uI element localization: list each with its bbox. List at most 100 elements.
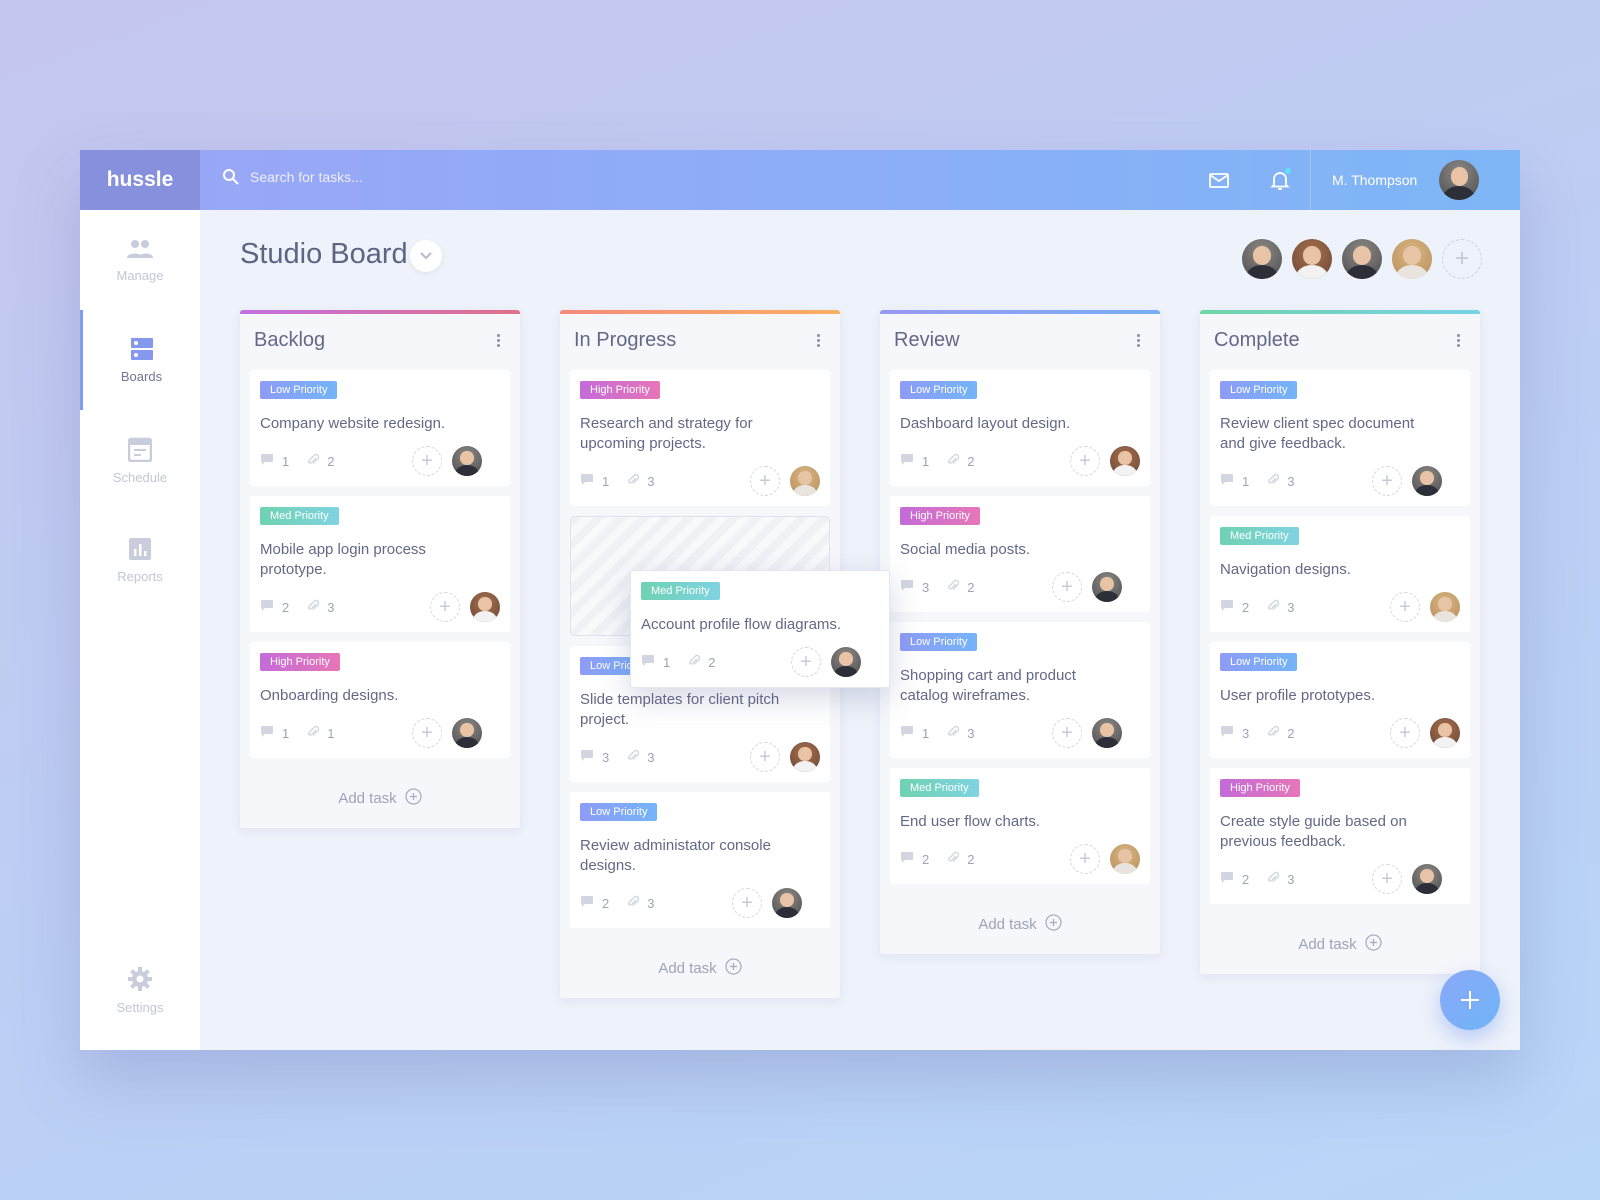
paperclip-icon bbox=[1267, 473, 1280, 489]
attachments-count: 2 bbox=[688, 654, 715, 670]
sidebar-item-manage[interactable]: Manage bbox=[80, 210, 200, 310]
task-footer: 1 3 + bbox=[580, 466, 820, 496]
add-assignee-button[interactable]: + bbox=[1052, 572, 1082, 602]
sidebar-item-schedule[interactable]: Schedule bbox=[80, 410, 200, 510]
column-menu-icon[interactable] bbox=[490, 332, 506, 348]
task-card[interactable]: High Priority Social media posts. 3 2 + bbox=[890, 496, 1150, 612]
comments-count: 1 bbox=[641, 654, 670, 670]
add-assignee-button[interactable]: + bbox=[1390, 592, 1420, 622]
comments-count: 2 bbox=[900, 851, 929, 867]
priority-badge: High Priority bbox=[1220, 779, 1300, 797]
column-review: Review Low Priority Dashboard layout desig… bbox=[880, 310, 1160, 954]
add-assignee-button[interactable]: + bbox=[430, 592, 460, 622]
add-assignee-button[interactable]: + bbox=[1052, 718, 1082, 748]
task-card[interactable]: Low Priority Company website redesign. 1 2 + bbox=[250, 370, 510, 486]
attachments-value: 2 bbox=[967, 851, 975, 867]
task-card[interactable]: Med Priority Navigation designs. 2 3 + bbox=[1210, 516, 1470, 632]
board-members: + bbox=[1242, 239, 1482, 279]
bell-icon[interactable] bbox=[1268, 168, 1292, 192]
add-assignee-button[interactable]: + bbox=[1070, 446, 1100, 476]
mail-icon[interactable] bbox=[1207, 168, 1231, 192]
user-menu[interactable]: M. Thompson bbox=[1310, 150, 1480, 210]
task-card[interactable]: Low Priority Dashboard layout design. 1 2 + bbox=[890, 370, 1150, 486]
sidebar-item-label: Manage bbox=[116, 267, 164, 283]
add-assignee-button[interactable]: + bbox=[1372, 864, 1402, 894]
add-task-button[interactable]: Add task bbox=[890, 894, 1150, 954]
add-task-button[interactable]: Add task bbox=[570, 938, 830, 998]
sidebar-item-boards[interactable]: Boards bbox=[80, 310, 200, 410]
chevron-down-icon bbox=[420, 252, 432, 260]
calendar-icon bbox=[128, 437, 152, 462]
member-avatar[interactable] bbox=[1242, 239, 1282, 279]
add-assignee-button[interactable]: + bbox=[750, 742, 780, 772]
add-task-button[interactable]: Add task bbox=[1210, 914, 1470, 974]
task-card[interactable]: Med Priority Mobile app login process pro… bbox=[250, 496, 510, 632]
add-assignee-button[interactable]: + bbox=[412, 718, 442, 748]
comments-count: 3 bbox=[900, 579, 929, 595]
board-dropdown-button[interactable] bbox=[410, 240, 442, 272]
attachments-count: 2 bbox=[947, 453, 974, 469]
column-title: Backlog bbox=[254, 328, 326, 351]
add-task-label: Add task bbox=[658, 959, 717, 977]
paperclip-icon bbox=[688, 654, 701, 670]
assignee-avatar bbox=[452, 718, 482, 748]
comments-count: 3 bbox=[580, 749, 609, 765]
priority-badge: High Priority bbox=[580, 381, 660, 399]
sidebar-item-settings[interactable]: Settings bbox=[80, 940, 200, 1040]
column-menu-icon[interactable] bbox=[1450, 332, 1466, 348]
task-card[interactable]: Low Priority User profile prototypes. 3 2 + bbox=[1210, 642, 1470, 758]
member-avatar[interactable] bbox=[1392, 239, 1432, 279]
attachments-count: 3 bbox=[1267, 599, 1294, 615]
priority-badge: Med Priority bbox=[260, 507, 339, 525]
comments-count: 1 bbox=[260, 725, 289, 741]
member-avatar[interactable] bbox=[1342, 239, 1382, 279]
attachments-count: 2 bbox=[947, 579, 974, 595]
column-menu-icon[interactable] bbox=[810, 332, 826, 348]
add-fab-button[interactable] bbox=[1440, 970, 1500, 1030]
add-assignee-button[interactable]: + bbox=[1070, 844, 1100, 874]
add-assignee-button[interactable]: + bbox=[1372, 466, 1402, 496]
task-title: Create style guide based on previous fee… bbox=[1220, 813, 1407, 850]
add-assignee-button[interactable]: + bbox=[791, 647, 821, 677]
chart-icon bbox=[129, 537, 151, 560]
column-backlog: Backlog Low Priority Company website redes… bbox=[240, 310, 520, 828]
task-card[interactable]: Low Priority Shopping cart and product ca… bbox=[890, 622, 1150, 758]
task-card[interactable]: Med Priority End user flow charts. 2 2 + bbox=[890, 768, 1150, 884]
add-assignee-button[interactable]: + bbox=[732, 888, 762, 918]
comments-value: 2 bbox=[1242, 871, 1250, 887]
task-card[interactable]: High Priority Onboarding designs. 1 1 + bbox=[250, 642, 510, 758]
add-assignee-button[interactable]: + bbox=[750, 466, 780, 496]
comment-icon bbox=[641, 654, 655, 670]
logo[interactable]: hussle bbox=[80, 150, 200, 210]
task-footer: 2 2 + bbox=[900, 844, 1140, 874]
add-assignee-button[interactable]: + bbox=[412, 446, 442, 476]
member-avatar[interactable] bbox=[1292, 239, 1332, 279]
assignee-avatar bbox=[1110, 844, 1140, 874]
column-menu-icon[interactable] bbox=[1130, 332, 1146, 348]
task-card[interactable]: High Priority Create style guide based on… bbox=[1210, 768, 1470, 904]
comments-value: 1 bbox=[922, 453, 930, 469]
add-task-label: Add task bbox=[978, 915, 1037, 933]
column-title: Complete bbox=[1214, 328, 1300, 351]
sidebar-item-reports[interactable]: Reports bbox=[80, 510, 200, 610]
add-task-button[interactable]: Add task bbox=[250, 768, 510, 828]
task-title: Shopping cart and product catalog wirefr… bbox=[900, 667, 1076, 704]
paperclip-icon bbox=[947, 453, 960, 469]
comment-icon bbox=[260, 599, 274, 615]
task-title: Company website redesign. bbox=[260, 415, 446, 432]
add-member-button[interactable]: + bbox=[1442, 239, 1482, 279]
task-card[interactable]: Low Priority Review administator console … bbox=[570, 792, 830, 928]
task-footer: 3 3 + bbox=[580, 742, 820, 772]
attachments-count: 3 bbox=[627, 895, 654, 911]
comment-icon bbox=[900, 725, 914, 741]
attachments-value: 3 bbox=[1287, 473, 1295, 489]
dragging-task-card[interactable]: Med Priority Account profile flow diagram… bbox=[630, 570, 890, 688]
search-bar[interactable] bbox=[222, 168, 550, 186]
add-assignee-button[interactable]: + bbox=[1390, 718, 1420, 748]
task-card[interactable]: High Priority Research and strategy for u… bbox=[570, 370, 830, 506]
comments-count: 1 bbox=[1220, 473, 1249, 489]
task-card[interactable]: Low Priority Review client spec document … bbox=[1210, 370, 1470, 506]
gear-icon bbox=[128, 966, 152, 991]
page-title: Studio Board bbox=[240, 238, 408, 270]
search-input[interactable] bbox=[250, 169, 550, 185]
